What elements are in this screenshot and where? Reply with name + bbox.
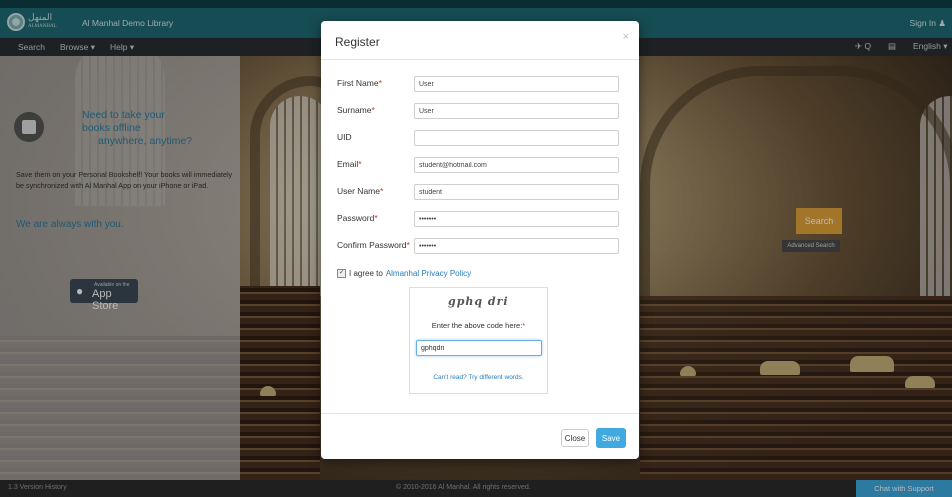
password-label: Password* xyxy=(337,213,378,223)
surname-label: Surname* xyxy=(337,105,375,115)
register-modal: Register × First Name* Surname* UID Emai… xyxy=(321,21,639,459)
privacy-policy-link[interactable]: Almanhal Privacy Policy xyxy=(386,269,471,278)
modal-title: Register xyxy=(335,35,380,49)
confirm-password-input[interactable] xyxy=(414,238,619,254)
captcha-prompt: Enter the above code here:* xyxy=(431,321,526,330)
password-input[interactable] xyxy=(414,211,619,227)
first-name-label: First Name* xyxy=(337,78,382,88)
modal-footer: Close Save xyxy=(321,413,639,460)
save-button[interactable]: Save xyxy=(596,428,626,448)
email-row: Email* xyxy=(335,157,625,175)
privacy-agreement: ✓ I agree to Almanhal Privacy Policy xyxy=(337,269,471,278)
confirm-password-label: Confirm Password* xyxy=(337,240,410,250)
close-button[interactable]: Close xyxy=(561,429,589,447)
uid-input[interactable] xyxy=(414,130,619,146)
username-label: User Name* xyxy=(337,186,384,196)
first-name-row: First Name* xyxy=(335,76,625,94)
email-label: Email* xyxy=(337,159,362,169)
uid-row: UID xyxy=(335,130,625,148)
confirm-password-row: Confirm Password* xyxy=(335,238,625,256)
first-name-input[interactable] xyxy=(414,76,619,92)
agree-checkbox[interactable]: ✓ xyxy=(337,269,346,278)
captcha-refresh-link[interactable]: Can't read? Try different words. xyxy=(410,374,547,381)
uid-label: UID xyxy=(337,132,352,142)
captcha-box: gphq dri Enter the above code here:* Can… xyxy=(409,287,548,394)
captcha-input[interactable] xyxy=(416,340,542,356)
agree-text: I agree to xyxy=(349,269,383,278)
username-input[interactable] xyxy=(414,184,619,200)
surname-row: Surname* xyxy=(335,103,625,121)
email-input[interactable] xyxy=(414,157,619,173)
close-icon[interactable]: × xyxy=(623,31,629,43)
username-row: User Name* xyxy=(335,184,625,202)
captcha-image: gphq dri xyxy=(448,295,509,308)
modal-header: Register × xyxy=(321,21,639,60)
password-row: Password* xyxy=(335,211,625,229)
surname-input[interactable] xyxy=(414,103,619,119)
